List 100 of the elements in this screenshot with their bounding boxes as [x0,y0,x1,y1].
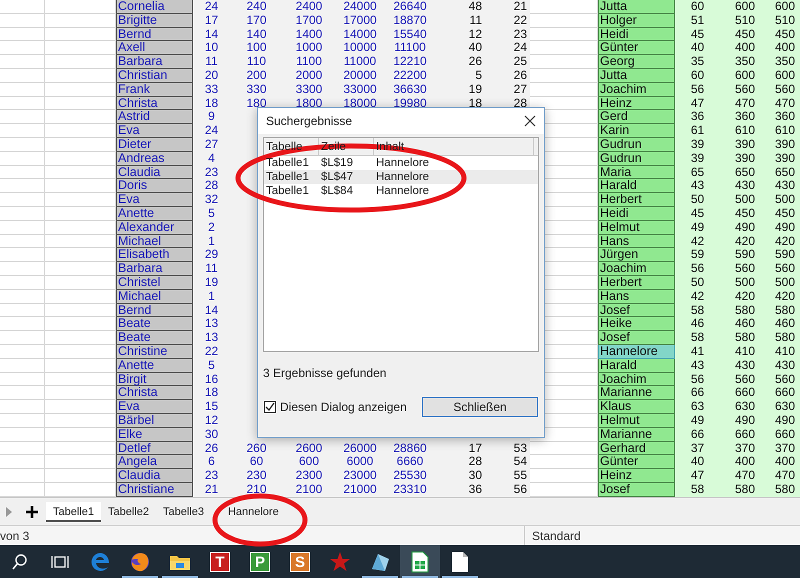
taskbar-button[interactable]: T [200,545,240,578]
table-cell: Jutta [598,68,675,83]
table-cell: 14 [193,304,230,318]
table-cell: Heike [598,317,675,332]
table-cell: 660 [770,386,800,400]
table-cell: 42 [675,234,720,248]
table-cell: 500 [720,276,770,290]
table-cell: 3300 [283,82,335,97]
table-cell: Helmut [598,414,675,428]
sheet-tab[interactable]: Tabelle1 [46,502,101,522]
table-cell: Detlef [116,442,193,456]
table-cell: 350 [720,55,770,69]
table-cell: 63 [675,400,720,414]
table-cell: Herbert [598,276,675,290]
empty-cell [0,220,45,235]
table-cell: 33000 [335,82,385,97]
table-cell: 66 [675,428,720,442]
table-cell: Marianne [598,428,675,442]
column-header[interactable]: Tabelle [264,141,304,153]
table-cell: 460 [720,317,770,332]
result-row[interactable]: Tabelle1 $L$47 Hannelore [264,170,538,184]
table-cell: 12 [193,414,230,428]
empty-cell [0,248,45,262]
table-cell: 32 [193,193,230,207]
table-cell: 13 [193,331,230,345]
table-cell: 2 [193,220,230,235]
search-icon [12,554,28,570]
table-cell: 500 [720,193,770,207]
empty-cell [0,0,45,14]
table-cell: 170 [230,14,283,28]
table-cell: 45 [675,206,720,221]
empty-cell [0,469,45,483]
table-cell: 18 [193,96,230,110]
table-cell: 430 [720,358,770,373]
checkbox[interactable] [264,401,276,413]
table-cell: 1100 [283,55,335,69]
table-cell: 360 [720,110,770,124]
table-cell: 450 [770,28,800,42]
empty-cell [0,82,45,97]
table-cell: 420 [770,290,800,304]
table-cell: Heidi [598,28,675,42]
close-button[interactable]: Schließen [422,397,538,417]
table-cell: Herbert [598,193,675,207]
table-cell: 30 [435,469,485,483]
sheet-tab[interactable]: Tabelle3 [156,502,211,522]
table-cell: 2400 [283,0,335,14]
table-cell: 1000 [283,41,335,56]
table-cell: 30 [193,428,230,442]
table-cell: 15540 [385,28,435,42]
taskbar-button[interactable] [400,545,440,578]
table-cell: 2100 [283,482,335,497]
table-cell: 35 [675,55,720,69]
table-cell: 26 [193,442,230,456]
table-cell: 47 [675,469,720,483]
table-cell: 50 [675,193,720,207]
result-count: 3 Ergebnisse gefunden [263,365,388,382]
table-cell: 42 [675,290,720,304]
table-cell: 60 [230,455,283,470]
table-cell: 19 [193,276,230,290]
empty-cell [0,428,45,442]
empty-cell [0,331,45,345]
taskbar-button[interactable]: P [240,545,280,578]
cell-style: Standard [532,528,581,544]
empty-cell [0,110,45,124]
table-cell: 33 [193,82,230,97]
table-cell: 36630 [385,82,435,97]
table-cell: 600 [770,68,800,83]
table-cell: 430 [770,179,800,194]
table-cell: 230 [230,469,283,483]
table-cell: 41 [675,344,720,359]
table-cell: Andreas [116,152,193,166]
table-cell: 26 [435,55,485,69]
table-cell: 600 [770,0,800,14]
table-cell: 15 [193,400,230,414]
table-cell: 56 [675,262,720,276]
table-cell: 56 [485,482,530,497]
table-cell: Doris [116,179,193,194]
table-cell: 9 [193,110,230,124]
table-cell: 510 [770,14,800,28]
table-cell: 56 [675,82,720,97]
table-cell: 11 [193,55,230,69]
table-cell: 110 [230,55,283,69]
close-icon[interactable] [524,115,536,127]
table-cell: 360 [770,110,800,124]
empty-cell [0,455,45,470]
sheet-tab[interactable]: Tabelle2 [100,502,156,522]
table-cell: 61 [675,124,720,138]
table-cell: 580 [720,482,770,497]
table-cell: 54 [485,455,530,470]
empty-cell [0,276,45,290]
table-cell: 420 [720,234,770,248]
table-cell: 40 [675,455,720,470]
table-cell: Gerhard [598,442,675,456]
table-cell: 500 [770,276,800,290]
table-cell: Günter [598,41,675,56]
checkbox-label[interactable]: Diesen Dialog anzeigen [280,398,407,416]
table-cell: 390 [720,138,770,152]
empty-cell [0,14,45,28]
add-sheet-icon[interactable] [26,506,38,518]
table-cell: 560 [720,262,770,276]
